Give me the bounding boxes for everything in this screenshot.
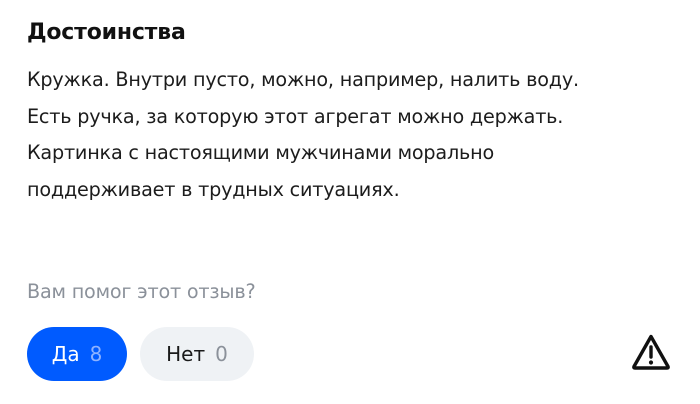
report-button[interactable]	[628, 330, 674, 374]
review-text: Кружка. Внутри пусто, можно, например, н…	[27, 62, 687, 208]
review-text-line: Картинка с настоящими мужчинами морально	[27, 141, 495, 164]
warning-triangle-icon	[632, 334, 670, 370]
review-text-line: Кружка. Внутри пусто, можно, например, н…	[27, 68, 579, 91]
helpful-question: Вам помог этот отзыв?	[27, 280, 256, 303]
vote-no-label: Нет	[166, 342, 206, 366]
advantages-heading: Достоинства	[27, 20, 186, 45]
review-text-line: поддерживает в трудных ситуациях.	[27, 177, 400, 201]
vote-no-button[interactable]: Нет 0	[140, 327, 254, 381]
vote-yes-button[interactable]: Да 8	[27, 327, 127, 381]
review-text-line: Есть ручка, за которую этот агрегат можн…	[27, 104, 564, 128]
review-card: Достоинства Кружка. Внутри пусто, можно,…	[0, 0, 700, 404]
vote-no-count: 0	[215, 342, 228, 366]
vote-yes-count: 8	[89, 342, 103, 366]
vote-yes-label: Да	[51, 342, 80, 366]
